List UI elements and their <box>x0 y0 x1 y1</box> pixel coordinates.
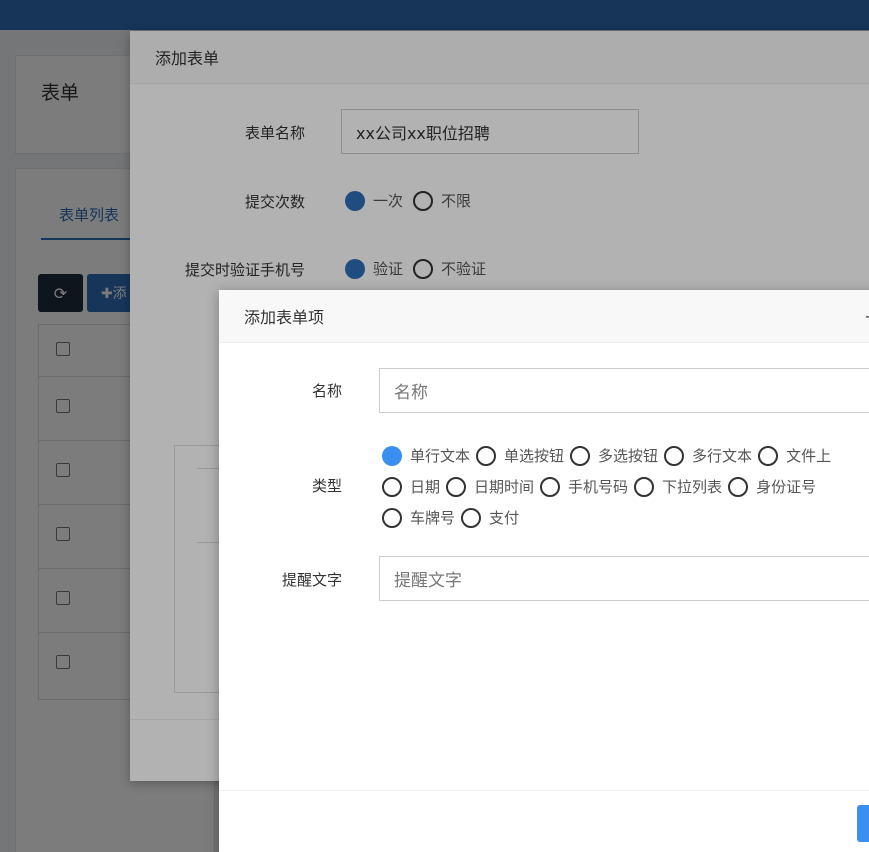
item-name-label: 名称 <box>311 382 342 400</box>
radio-unselected-icon <box>570 445 591 466</box>
radio-id-number[interactable]: 身份证号 <box>728 476 822 497</box>
radio-dropdown[interactable]: 下拉列表 <box>634 476 728 497</box>
radio-date[interactable]: 日期 <box>382 476 446 497</box>
radio-multi-line-text[interactable]: 多行文本 <box>664 445 758 466</box>
radio-unselected-icon <box>728 476 749 497</box>
radio-phone-number[interactable]: 手机号码 <box>540 476 634 497</box>
type-row-1: 单行文本 单选按钮 多选按钮 多行文本 文件上 <box>382 440 869 471</box>
hint-text-input[interactable]: 提醒文字 <box>379 556 869 601</box>
radio-unselected-icon <box>540 476 561 497</box>
radio-license-plate[interactable]: 车牌号 <box>382 507 461 528</box>
item-type-label: 类型 <box>311 477 342 495</box>
radio-file-upload[interactable]: 文件上 <box>758 445 837 466</box>
item-type-radios: 单行文本 单选按钮 多选按钮 多行文本 文件上 日期 日期时间 手机号码 下拉列… <box>382 440 869 533</box>
add-form-item-modal: 添加表单项 — 名称 名称 类型 单行文本 单选按钮 多选按钮 多行文本 文件上… <box>219 290 869 852</box>
radio-single-choice[interactable]: 单选按钮 <box>476 445 570 466</box>
radio-datetime[interactable]: 日期时间 <box>446 476 540 497</box>
radio-unselected-icon <box>758 445 779 466</box>
radio-unselected-icon <box>382 507 402 528</box>
confirm-button[interactable] <box>857 805 869 842</box>
close-icon[interactable]: — <box>865 306 869 327</box>
radio-unselected-icon <box>461 507 482 528</box>
item-name-input[interactable]: 名称 <box>379 368 869 413</box>
type-row-2: 日期 日期时间 手机号码 下拉列表 身份证号 <box>382 471 869 502</box>
radio-unselected-icon <box>664 445 685 466</box>
radio-unselected-icon <box>476 445 497 466</box>
radio-selected-icon <box>382 445 402 466</box>
modal-title: 添加表单项 <box>244 308 325 327</box>
modal-footer <box>219 790 869 852</box>
hint-text-label: 提醒文字 <box>281 571 342 589</box>
radio-single-line-text[interactable]: 单行文本 <box>382 445 476 466</box>
modal-header: 添加表单项 — <box>219 290 869 343</box>
radio-unselected-icon <box>382 476 402 497</box>
radio-multi-choice[interactable]: 多选按钮 <box>570 445 664 466</box>
radio-unselected-icon <box>446 476 467 497</box>
radio-unselected-icon <box>634 476 655 497</box>
radio-payment[interactable]: 支付 <box>461 507 525 528</box>
type-row-3: 车牌号 支付 <box>382 502 869 533</box>
